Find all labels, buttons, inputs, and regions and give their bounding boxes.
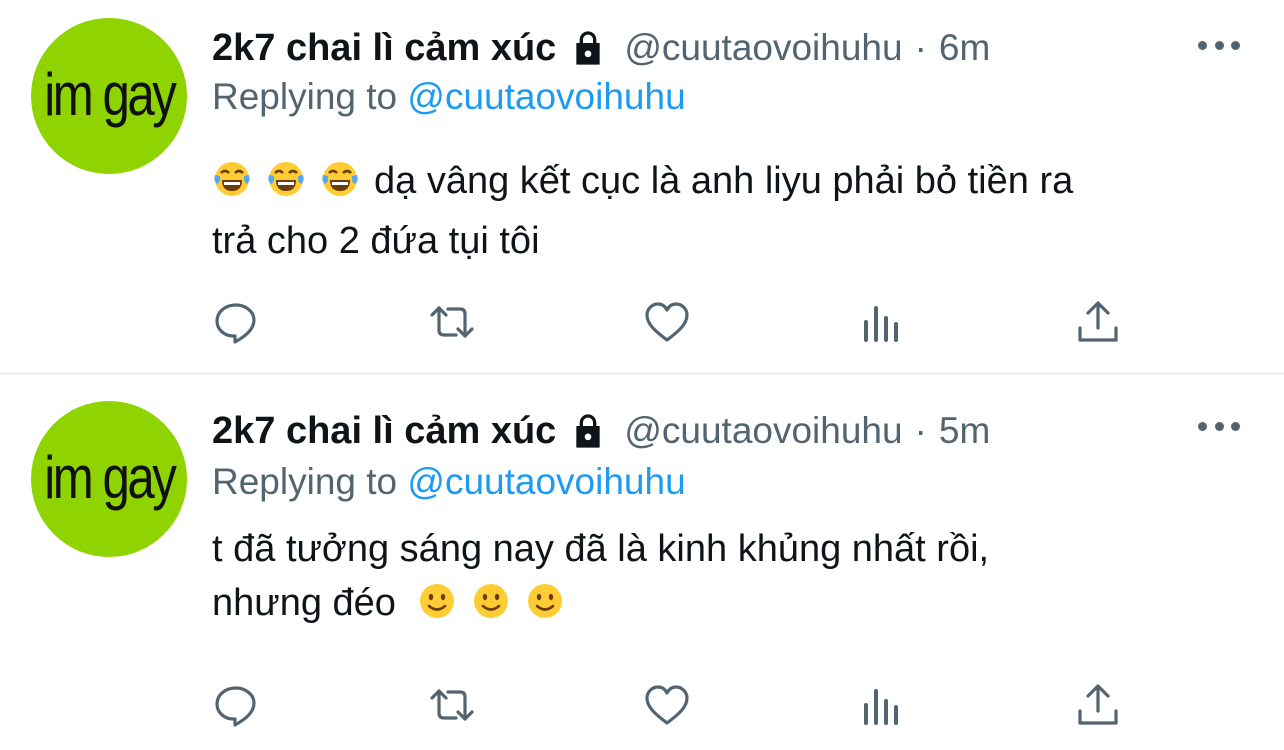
replying-prefix: Replying to [212,461,398,502]
share-icon[interactable] [1074,298,1122,346]
avatar[interactable]: im gay [31,18,187,174]
tweet[interactable]: im gay 2k7 chai lì cảm xúc @cuutaovoihuh… [0,375,1284,750]
tweet-text-line: t đã tưởng sáng nay đã là kinh khủng nhấ… [212,528,990,570]
user-handle[interactable]: @cuutaovoihuhu [624,410,902,452]
action-bar [212,681,1132,729]
tears-of-joy-emoji [320,159,360,214]
tears-of-joy-emoji [212,159,252,214]
tweet-text-line: trả cho 2 đứa tụi tôi [212,220,540,262]
tweet[interactable]: im gay 2k7 chai lì cảm xúc @cuutaovoihuh… [0,0,1284,375]
slightly-smiling-emoji [525,581,565,636]
tweet-header: 2k7 chai lì cảm xúc @cuutaovoihuhu · 5m [212,406,990,456]
replying-to: Replying to @cuutaovoihuhu [212,461,686,503]
tweet-text-line: nhưng đéo [212,582,396,624]
replying-to: Replying to @cuutaovoihuhu [212,76,686,118]
replying-prefix: Replying to [212,76,398,117]
retweet-icon[interactable] [428,681,476,729]
display-name[interactable]: 2k7 chai lì cảm xúc [212,410,556,453]
slightly-smiling-emoji [471,581,511,636]
display-name[interactable]: 2k7 chai lì cảm xúc [212,27,556,70]
tweet-header: 2k7 chai lì cảm xúc @cuutaovoihuhu · 6m [212,23,990,73]
reply-icon[interactable] [212,681,260,729]
share-icon[interactable] [1074,681,1122,729]
replying-handle-link[interactable]: @cuutaovoihuhu [407,76,685,117]
tweet-text-line: dạ vâng kết cục là anh liyu phải bỏ tiền… [374,160,1074,202]
tweet-text: t đã tưởng sáng nay đã là kinh khủng nhấ… [212,522,1242,636]
more-icon[interactable] [1198,41,1240,55]
user-handle[interactable]: @cuutaovoihuhu [624,27,902,69]
slightly-smiling-emoji [417,581,457,636]
tweet-text: dạ vâng kết cục là anh liyu phải bỏ tiền… [212,154,1242,268]
lock-icon [568,411,608,451]
avatar[interactable]: im gay [31,401,187,557]
like-icon[interactable] [643,681,691,729]
avatar-text: im gay [43,60,177,128]
tears-of-joy-emoji [266,159,306,214]
views-icon[interactable] [858,298,906,346]
views-icon[interactable] [858,681,906,729]
lock-icon [568,28,608,68]
replying-handle-link[interactable]: @cuutaovoihuhu [407,461,685,502]
retweet-icon[interactable] [428,298,476,346]
tweet-time[interactable]: 6m [939,27,990,69]
action-bar [212,298,1132,346]
separator: · [914,410,927,451]
avatar-text: im gay [43,443,177,511]
separator: · [914,27,927,68]
more-icon[interactable] [1198,422,1240,436]
reply-icon[interactable] [212,298,260,346]
tweet-time[interactable]: 5m [939,410,990,452]
like-icon[interactable] [643,298,691,346]
